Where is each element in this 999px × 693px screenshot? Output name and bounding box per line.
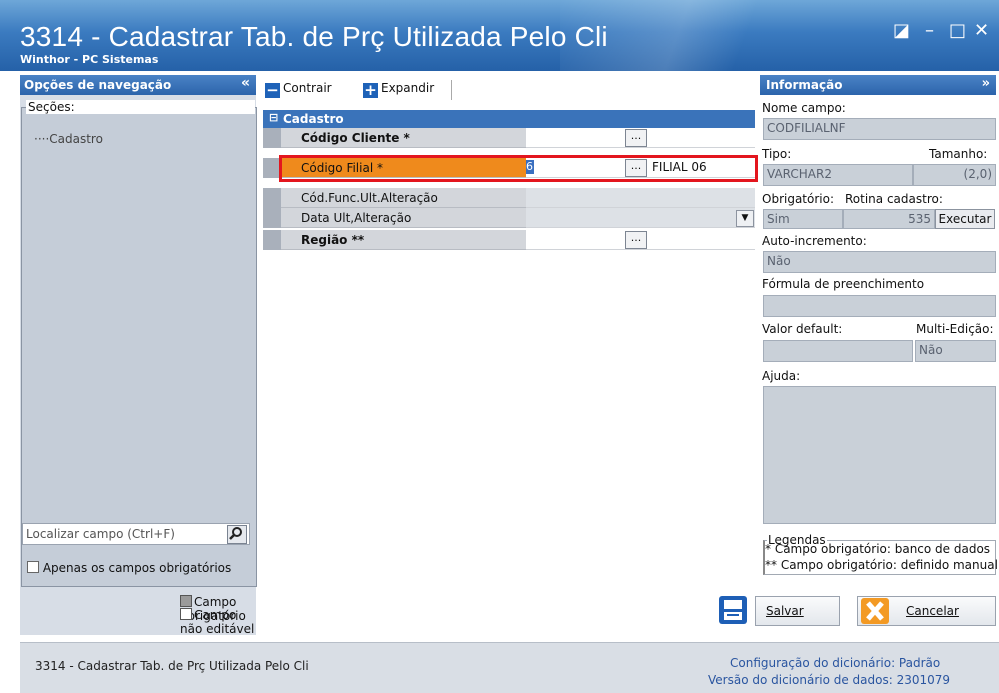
navigation-header: Opções de navegação « [20, 75, 256, 95]
status-dictionary-config: Configuração do dicionário: Padrão [730, 656, 941, 670]
lookup-button[interactable]: ... [625, 129, 647, 147]
tamanho-label: Tamanho: [929, 147, 988, 161]
row-label-cell: Data Ult,Alteração [281, 208, 526, 228]
plus-icon: + [363, 81, 378, 99]
row-gutter [263, 230, 281, 250]
toolbar-separator [451, 80, 452, 100]
formula-field [763, 295, 996, 317]
row-gutter [263, 208, 281, 228]
window-title: 3314 - Cadastrar Tab. de Prç Utilizada P… [20, 21, 608, 52]
group-header-cadastro[interactable]: ⊟ Cadastro [263, 110, 755, 128]
obrigatorio-field: Sim [763, 209, 843, 229]
valor-default-label: Valor default: [762, 322, 843, 336]
minus-icon: − [265, 81, 280, 99]
tamanho-field: (2,0) [913, 164, 996, 186]
tree-item-label: Cadastro [49, 132, 103, 146]
row-label: Data Ult,Alteração [301, 211, 412, 225]
grid-toolbar: − Contrair + Expandir [263, 78, 755, 102]
autoinc-label: Auto-incremento: [762, 234, 867, 248]
expand-button[interactable]: + Expandir [363, 81, 434, 98]
row-label: Região ** [301, 233, 365, 247]
formula-label: Fórmula de preenchimento [762, 277, 925, 291]
obrigatorio-label: Obrigatório: [762, 192, 834, 206]
cancel-button[interactable]: Cancelar [857, 596, 996, 626]
legend-box: Legendas * Campo obrigatório: banco de d… [763, 533, 998, 575]
legend-required-swatch [180, 595, 192, 607]
status-dictionary-version: Versão do dicionário de dados: 2301079 [708, 673, 951, 687]
status-bar: 3314 - Cadastrar Tab. de Prç Utilizada P… [20, 642, 999, 693]
maximize-icon[interactable]: □ [949, 20, 966, 41]
cancel-label: Cancelar [906, 604, 959, 618]
autoinc-field: Não [763, 251, 996, 273]
save-label: Salvar [766, 604, 804, 618]
tree-item-cadastro[interactable]: ····Cadastro [34, 132, 103, 146]
collapse-button[interactable]: − Contrair [265, 81, 332, 98]
navigation-panel: Opções de navegação « Seções: ····Cadast… [20, 75, 257, 636]
navigation-title: Opções de navegação [24, 78, 172, 92]
chevron-down-icon[interactable]: ▼ [736, 210, 754, 227]
close-icon[interactable]: ✕ [974, 20, 989, 41]
row-gutter [263, 188, 281, 208]
row-label: Cód.Func.Ult.Alteração [301, 191, 438, 205]
row-gutter [263, 128, 281, 148]
grid-row-data-ult[interactable]: Data Ult,Alteração ▼ [263, 208, 755, 228]
title-bar: 3314 - Cadastrar Tab. de Prç Utilizada P… [0, 0, 999, 71]
main-window: 3314 - Cadastrar Tab. de Prç Utilizada P… [0, 0, 999, 693]
status-routine: 3314 - Cadastrar Tab. de Prç Utilizada P… [35, 659, 309, 673]
search-field[interactable]: Localizar campo (Ctrl+F) [22, 523, 250, 545]
multi-edicao-label: Multi-Edição: [916, 322, 994, 336]
row-value-cell[interactable]: ... [526, 128, 755, 148]
save-button[interactable]: Salvar [719, 596, 840, 626]
rotina-field: 535 [843, 209, 935, 229]
group-label: Cadastro [283, 112, 344, 126]
save-icon [719, 596, 747, 624]
window-subtitle: Winthor - PC Sistemas [20, 53, 159, 66]
checkbox-box[interactable] [27, 561, 39, 573]
row-label-cell: Código Cliente * [281, 128, 526, 148]
grid-row-codigo-cliente[interactable]: Código Cliente * ... [263, 128, 755, 148]
lookup-button[interactable]: ... [625, 231, 647, 249]
highlight-outline [279, 155, 758, 182]
tipo-field: VARCHAR2 [763, 164, 913, 186]
sections-tree: Seções: ····Cadastro [21, 100, 257, 587]
row-label-cell: Cód.Func.Ult.Alteração [281, 188, 526, 208]
only-required-label: Apenas os campos obrigatórios [42, 561, 232, 575]
collapse-panel-icon[interactable]: « [241, 75, 250, 91]
legend-not-editable-swatch [180, 608, 192, 620]
nome-campo-label: Nome campo: [762, 101, 846, 115]
row-label-cell: Região ** [281, 230, 526, 250]
group-collapse-icon[interactable]: ⊟ [269, 111, 278, 124]
nome-campo-field: CODFILIALNF [763, 118, 996, 140]
legend-not-editable: Campo não editável [180, 608, 256, 636]
rotina-label: Rotina cadastro: [845, 192, 943, 206]
legend-line-1: * Campo obrigatório: banco de dados [765, 542, 991, 556]
ajuda-label: Ajuda: [762, 369, 801, 383]
grid-row-regiao[interactable]: Região ** ... [263, 230, 755, 250]
tipo-label: Tipo: [762, 147, 792, 161]
executar-button[interactable]: Executar [935, 209, 995, 229]
search-button[interactable] [227, 525, 247, 544]
row-value-cell[interactable]: ... [526, 230, 755, 250]
legend-line-2: ** Campo obrigatório: definido manual [765, 558, 998, 572]
info-title: Informação [766, 78, 843, 92]
valor-default-field [763, 340, 913, 362]
row-label: Código Cliente * [301, 131, 410, 145]
cancel-icon [861, 598, 889, 624]
grid-row-cod-func[interactable]: Cód.Func.Ult.Alteração [263, 188, 755, 208]
search-icon [229, 527, 242, 540]
row-value-cell: ▼ [526, 208, 755, 228]
ajuda-field [763, 386, 996, 524]
restore-icon[interactable]: ◪ [893, 20, 910, 41]
expand-panel-icon[interactable]: » [982, 76, 990, 91]
info-header: Informação » [760, 75, 996, 95]
only-required-checkbox[interactable]: Apenas os campos obrigatórios [27, 561, 231, 575]
collapse-label: Contrair [283, 81, 332, 95]
minimize-icon[interactable]: – [925, 20, 934, 41]
multi-edicao-field: Não [915, 340, 996, 362]
search-placeholder: Localizar campo (Ctrl+F) [26, 527, 175, 541]
sections-label: Seções: [26, 100, 255, 114]
row-value-cell [526, 188, 755, 208]
expand-label: Expandir [381, 81, 435, 95]
